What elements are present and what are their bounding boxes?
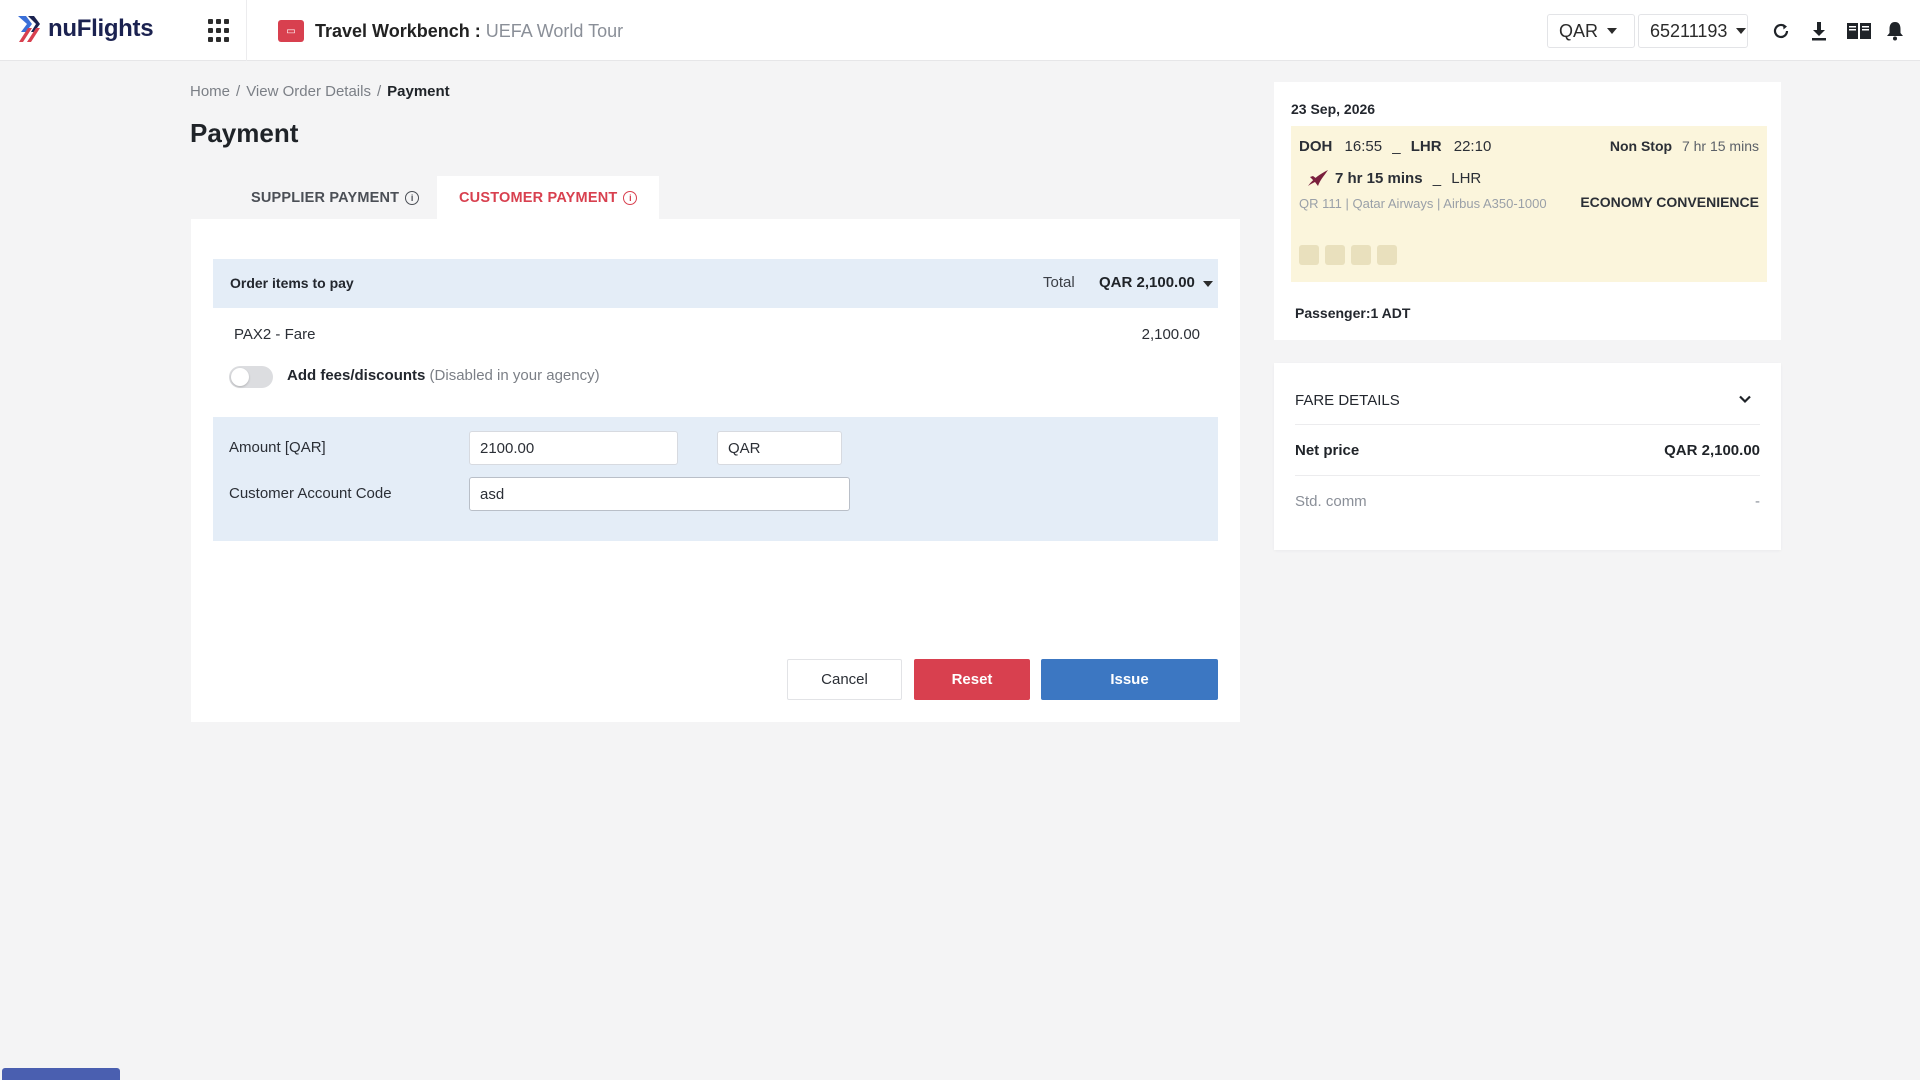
net-price-row: Net price QAR 2,100.00 bbox=[1295, 442, 1760, 459]
std-comm-value: - bbox=[1755, 493, 1760, 510]
total-amount: QAR 2,100.00 bbox=[1099, 274, 1195, 291]
flight-segment: DOH 16:55 _ LHR 22:10 Non Stop 7 hr 15 m… bbox=[1291, 126, 1767, 282]
bottom-tab[interactable] bbox=[2, 1068, 120, 1080]
chevron-down-icon bbox=[1607, 28, 1618, 34]
entertainment-icon bbox=[1377, 245, 1397, 265]
stops-duration: Non Stop 7 hr 15 mins bbox=[1610, 138, 1759, 154]
workbench-icon: ▭ bbox=[278, 20, 304, 42]
workbench-label: Travel Workbench : bbox=[315, 21, 481, 41]
net-price-label: Net price bbox=[1295, 442, 1360, 459]
fare-details-title: FARE DETAILS bbox=[1295, 392, 1400, 409]
meal-icon bbox=[1351, 245, 1371, 265]
breadcrumb-separator: / bbox=[236, 83, 241, 100]
passenger-count: Passenger:1 ADT bbox=[1295, 305, 1411, 321]
power-icon bbox=[1325, 245, 1345, 265]
wifi-icon bbox=[1299, 245, 1319, 265]
stops-label: Non Stop bbox=[1609, 138, 1673, 154]
account-id: 65211193 bbox=[1650, 20, 1728, 41]
pax-fare-line: PAX2 - Fare bbox=[234, 326, 315, 343]
flight-date: 23 Sep, 2026 bbox=[1291, 101, 1376, 117]
pax-label: PAX2 bbox=[234, 326, 272, 343]
toggle-knob bbox=[231, 368, 249, 386]
total-label: Total bbox=[1043, 274, 1075, 291]
top-bar: nuFlights ▭ Travel Workbench : UEFA Worl… bbox=[0, 0, 1920, 61]
breadcrumb-separator: / bbox=[376, 83, 382, 100]
fees-toggle[interactable] bbox=[229, 366, 273, 388]
breadcrumb-view-order[interactable]: View Order Details bbox=[246, 83, 371, 100]
divider bbox=[1295, 424, 1760, 425]
logo-mark-icon bbox=[18, 16, 40, 42]
flight-summary-card: 23 Sep, 2026 DOH 16:55 _ LHR 22:10 Non S… bbox=[1274, 82, 1781, 340]
chevron-down-icon[interactable] bbox=[1203, 281, 1213, 287]
workbench-name: UEFA World Tour bbox=[485, 21, 624, 41]
route-line: DOH 16:55 _ LHR 22:10 bbox=[1299, 138, 1491, 155]
amount-label: Amount [QAR] bbox=[229, 439, 326, 456]
page-title: Payment bbox=[190, 118, 299, 148]
reset-button[interactable]: Reset bbox=[914, 659, 1030, 700]
divider bbox=[1295, 475, 1760, 476]
total-duration: 7 hr 15 mins bbox=[1681, 138, 1759, 154]
depart-time: 16:55 bbox=[1344, 138, 1383, 155]
logo-text: nuFlights bbox=[48, 15, 154, 42]
info-icon: i bbox=[405, 190, 420, 205]
fare-label: - Fare bbox=[275, 326, 316, 343]
info-icon: i bbox=[623, 190, 638, 205]
cabin-class: ECONOMY CONVENIENCE bbox=[1580, 194, 1759, 210]
leg-dash: _ bbox=[1432, 170, 1442, 187]
account-code-input[interactable]: asd bbox=[469, 477, 850, 511]
std-comm-row: Std. comm - bbox=[1295, 493, 1760, 510]
breadcrumb-current: Payment bbox=[387, 83, 450, 100]
book-icon[interactable] bbox=[1844, 18, 1874, 44]
chevron-down-icon bbox=[1736, 28, 1747, 34]
header-divider bbox=[246, 0, 247, 61]
leg-duration: 7 hr 15 mins bbox=[1335, 170, 1423, 187]
tab-customer-label: CUSTOMER PAYMENT bbox=[459, 189, 618, 206]
fare-details-card: FARE DETAILS Net price QAR 2,100.00 Std.… bbox=[1274, 363, 1781, 550]
order-items-label: Order items to pay bbox=[230, 275, 354, 291]
tab-supplier-label: SUPPLIER PAYMENT bbox=[251, 189, 400, 206]
arrive-time: 22:10 bbox=[1453, 138, 1492, 155]
leg-destination: LHR bbox=[1451, 170, 1482, 187]
origin-code: DOH bbox=[1299, 138, 1333, 155]
net-price-value: QAR 2,100.00 bbox=[1664, 442, 1760, 459]
std-comm-label: Std. comm bbox=[1295, 493, 1367, 510]
apps-grid-icon[interactable] bbox=[208, 19, 232, 43]
issue-button[interactable]: Issue bbox=[1041, 659, 1218, 700]
tab-customer-payment[interactable]: CUSTOMER PAYMENT i bbox=[437, 176, 660, 219]
account-dropdown[interactable]: 65211193 bbox=[1638, 14, 1748, 48]
fees-note: (Disabled in your agency) bbox=[429, 367, 600, 384]
amount-input[interactable]: 2100.00 bbox=[469, 431, 678, 465]
currency-dropdown[interactable]: QAR bbox=[1547, 14, 1635, 48]
airline-logo-icon bbox=[1308, 170, 1328, 186]
destination-code: LHR bbox=[1410, 138, 1442, 155]
cancel-button[interactable]: Cancel bbox=[787, 659, 902, 700]
order-items-header[interactable]: Order items to pay Total QAR 2,100.00 bbox=[213, 259, 1218, 308]
payment-panel: Order items to pay Total QAR 2,100.00 PA… bbox=[191, 219, 1240, 722]
bell-icon[interactable] bbox=[1882, 18, 1908, 44]
fees-label: Add fees/discounts bbox=[287, 367, 426, 384]
tab-supplier-payment[interactable]: SUPPLIER PAYMENT i bbox=[229, 176, 441, 219]
currency-value: QAR bbox=[1559, 20, 1599, 41]
workbench-title: Travel Workbench : UEFA World Tour bbox=[315, 21, 623, 42]
flight-info: QR 111 | Qatar Airways | Airbus A350-100… bbox=[1299, 196, 1547, 211]
refresh-icon[interactable] bbox=[1768, 18, 1794, 44]
route-dash: _ bbox=[1392, 138, 1401, 155]
fees-text: Add fees/discounts (Disabled in your age… bbox=[287, 367, 600, 384]
currency-input[interactable]: QAR bbox=[717, 431, 842, 465]
breadcrumb: Home / View Order Details / Payment bbox=[190, 83, 450, 100]
leg-line: 7 hr 15 mins _ LHR bbox=[1335, 170, 1481, 187]
chevron-down-icon[interactable] bbox=[1739, 393, 1751, 405]
fare-amount: 2,100.00 bbox=[1141, 326, 1200, 343]
nuflights-logo[interactable]: nuFlights bbox=[16, 14, 154, 44]
payment-form: Amount [QAR] 2100.00 QAR Customer Accoun… bbox=[213, 417, 1218, 541]
breadcrumb-home[interactable]: Home bbox=[190, 83, 230, 100]
download-icon[interactable] bbox=[1806, 18, 1832, 44]
account-code-label: Customer Account Code bbox=[229, 485, 392, 502]
